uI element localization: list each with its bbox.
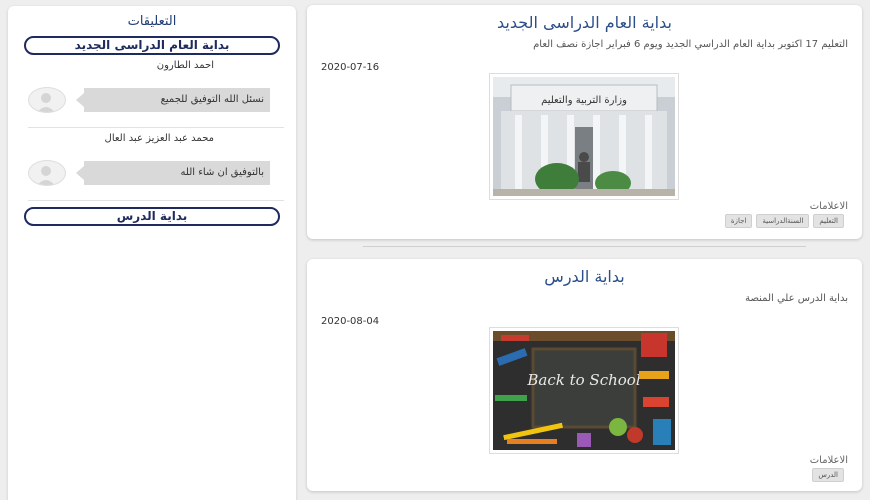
tag[interactable]: التعليم [813,214,844,228]
comment-item: محمد عبد العزيز عبد العال بالتوفيق ان شا… [8,128,296,200]
comments-sidebar: التعليقات بداية العام الدراسى الجديد احم… [8,6,296,500]
comment-post-link-2[interactable]: بداية الدرس [24,207,280,226]
ministry-building-image: وزارة التربية والتعليم [493,77,675,196]
comment-item: احمد الطارون نسئل الله التوفيق للجميع [8,55,296,127]
user-avatar-icon [28,87,66,113]
tag[interactable]: اجازة [724,214,753,228]
post-title[interactable]: بداية العام الدراسى الجديد [307,13,862,32]
comment-text: نسئل الله التوفيق للجميع [76,88,270,112]
comment-divider [28,200,284,201]
user-avatar-icon [28,160,66,186]
tag[interactable]: الدرس [812,468,844,482]
comment-author: احمد الطارون [156,60,214,71]
building-sign: وزارة التربية والتعليم [541,95,627,106]
comments-title: التعليقات [127,14,177,29]
post-image[interactable]: وزارة التربية والتعليم [489,73,679,200]
post-card: بداية الدرس بداية الدرس علي المنصة 2020-… [307,259,862,491]
comment-text: بالتوفيق ان شاء الله [76,161,270,185]
post-category: الاعلامات [809,455,848,466]
post-card: بداية العام الدراسى الجديد التعليم 17 اك… [307,5,862,239]
chalkboard-text: Back to School [526,371,640,389]
post-date: 2020-08-04 [321,316,380,327]
comment-author: محمد عبد العزيز عبد العال [104,133,214,144]
post-description: بداية الدرس علي المنصة [745,293,848,304]
post-category: الاعلامات [809,201,848,212]
post-image[interactable]: Back to School [489,327,679,454]
tag[interactable]: السنةالدراسية [756,214,810,228]
post-description: التعليم 17 اكتوبر بداية العام الدراسي ال… [533,39,848,50]
post-tags: الدرس [812,468,844,482]
post-title[interactable]: بداية الدرس [307,267,862,286]
comment-post-link-1[interactable]: بداية العام الدراسى الجديد [24,36,280,55]
post-date: 2020-07-16 [321,62,380,73]
back-to-school-image: Back to School [493,331,675,450]
post-tags: التعليم السنةالدراسية اجازة [724,214,844,228]
post-separator [363,246,806,247]
